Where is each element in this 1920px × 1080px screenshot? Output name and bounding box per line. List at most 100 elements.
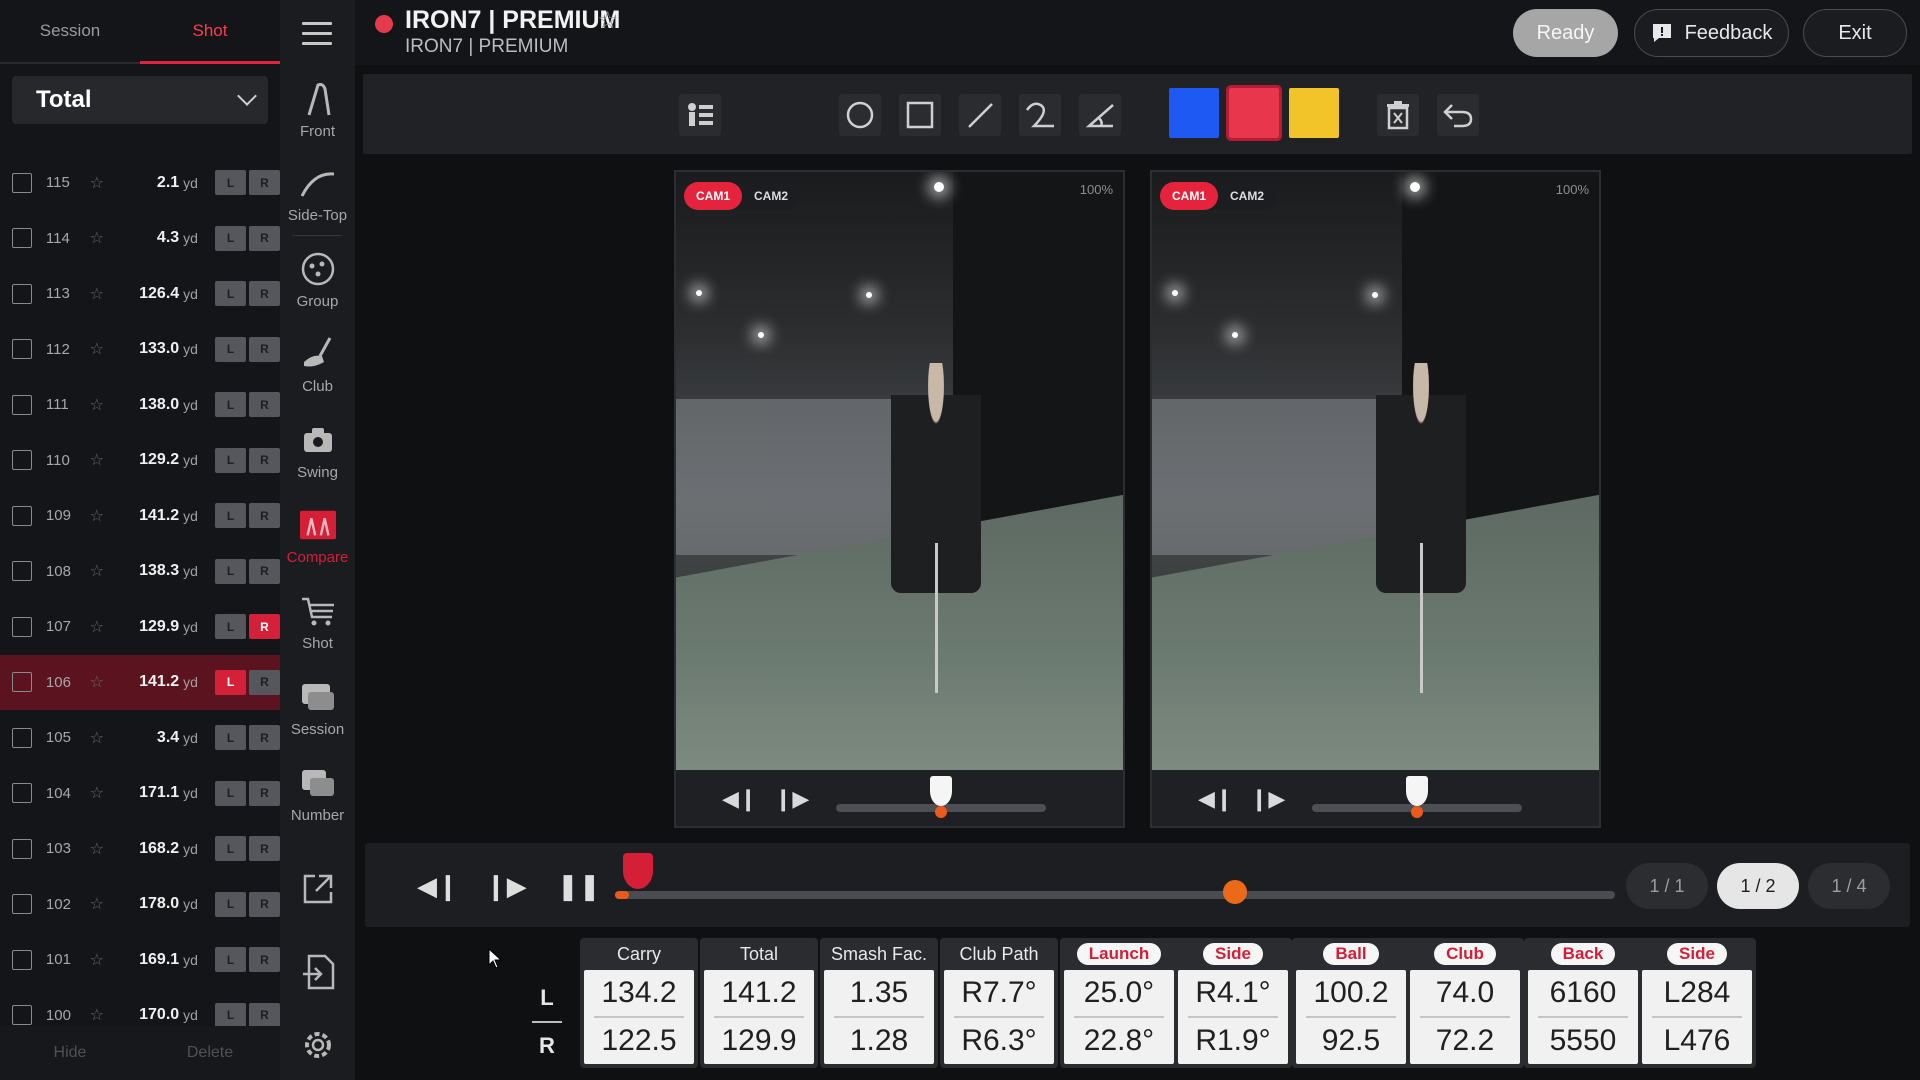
line-tool-button[interactable] [959, 94, 1001, 136]
shot-row[interactable]: 107 ☆ 129.9 yd L R [0, 599, 280, 655]
shot-checkbox[interactable] [12, 783, 32, 804]
assign-right-button[interactable]: R [249, 170, 280, 196]
shot-row[interactable]: 112 ☆ 133.0 yd L R [0, 322, 280, 378]
assign-left-button[interactable]: L [215, 170, 246, 196]
star-icon[interactable]: ☆ [90, 1005, 110, 1025]
star-icon[interactable]: ☆ [90, 672, 110, 692]
star-icon[interactable]: ☆ [90, 228, 110, 248]
assign-right-button[interactable]: R [249, 558, 280, 584]
shot-checkbox[interactable] [12, 394, 32, 415]
step-back-icon[interactable]: ◀❙ [722, 786, 757, 812]
shot-row[interactable]: 104 ☆ 171.1 yd L R [0, 766, 280, 822]
shot-checkbox[interactable] [12, 339, 32, 360]
viewer-scrubber-handle[interactable] [1406, 776, 1428, 818]
angle-tool-button[interactable] [1079, 94, 1121, 136]
assign-left-button[interactable]: L [215, 836, 246, 862]
exit-button[interactable]: Exit [1803, 9, 1907, 57]
assign-left-button[interactable]: L [215, 336, 246, 362]
shot-row[interactable]: 106 ☆ 141.2 yd L R [0, 654, 280, 710]
star-icon[interactable]: ☆ [90, 561, 110, 581]
color-swatch-yellow[interactable] [1289, 88, 1339, 138]
assign-right-button[interactable]: R [249, 281, 280, 307]
shot-checkbox[interactable] [12, 727, 32, 748]
curve-tool-button[interactable] [1019, 94, 1061, 136]
shot-row[interactable]: 103 ☆ 168.2 yd L R [0, 821, 280, 877]
assign-left-button[interactable]: L [215, 725, 246, 751]
assign-right-button[interactable]: R [249, 225, 280, 251]
star-icon[interactable]: ☆ [90, 783, 110, 803]
sidebar-item-compare[interactable]: Compare [280, 494, 355, 579]
assign-right-button[interactable]: R [249, 1002, 280, 1028]
speed-1-2-button[interactable]: 1 / 2 [1717, 863, 1799, 909]
shot-row[interactable]: 111 ☆ 138.0 yd L R [0, 377, 280, 433]
shot-row[interactable]: 115 ☆ 2.1 yd L R [0, 155, 280, 211]
tab-shot[interactable]: Shot [140, 0, 280, 64]
star-icon[interactable]: ☆ [90, 506, 110, 526]
assign-right-button[interactable]: R [249, 336, 280, 362]
assign-left-button[interactable]: L [215, 1002, 246, 1028]
favorite-star-icon[interactable]: ☆ [597, 6, 619, 35]
swing-video-frame[interactable] [676, 172, 1123, 770]
star-icon[interactable]: ☆ [90, 173, 110, 193]
shot-checkbox[interactable] [12, 949, 32, 970]
cam1-tab[interactable]: CAM1 [1160, 182, 1219, 210]
feedback-button[interactable]: Feedback [1634, 9, 1789, 57]
shot-checkbox[interactable] [12, 838, 32, 859]
star-icon[interactable]: ☆ [90, 894, 110, 914]
filter-dropdown[interactable]: Total [12, 76, 268, 124]
sidebar-item-number[interactable]: Number [280, 752, 355, 837]
shot-checkbox[interactable] [12, 894, 32, 915]
video-viewer-right[interactable]: CAM1 CAM2 100% ◀❙ ❙▶ [1150, 170, 1601, 828]
step-forward-icon[interactable]: ❙▶ [1250, 786, 1285, 812]
speed-1-4-button[interactable]: 1 / 4 [1808, 863, 1890, 909]
viewer-scrubber[interactable] [1312, 776, 1522, 818]
shot-row[interactable]: 108 ☆ 138.3 yd L R [0, 544, 280, 600]
layout-toggle-button[interactable] [679, 94, 721, 136]
assign-left-button[interactable]: L [215, 780, 246, 806]
shot-row[interactable]: 113 ☆ 126.4 yd L R [0, 266, 280, 322]
shot-checkbox[interactable] [12, 172, 32, 193]
assign-right-button[interactable]: R [249, 780, 280, 806]
assign-left-button[interactable]: L [215, 281, 246, 307]
shot-checkbox[interactable] [12, 1005, 32, 1026]
assign-right-button[interactable]: R [249, 669, 280, 695]
undo-button[interactable] [1437, 94, 1479, 136]
hide-button[interactable]: Hide [0, 1026, 140, 1080]
step-forward-icon[interactable]: ❙▶ [485, 871, 527, 902]
shot-checkbox[interactable] [12, 283, 32, 304]
sidebar-item-side-top[interactable]: Side-Top [280, 152, 355, 237]
shot-row[interactable]: 105 ☆ 3.4 yd L R [0, 710, 280, 766]
shot-row[interactable]: 109 ☆ 141.2 yd L R [0, 488, 280, 544]
assign-left-button[interactable]: L [215, 558, 246, 584]
assign-left-button[interactable]: L [215, 503, 246, 529]
rectangle-tool-button[interactable] [899, 94, 941, 136]
cam1-tab[interactable]: CAM1 [684, 182, 743, 210]
assign-right-button[interactable]: R [249, 614, 280, 640]
viewer-scrubber[interactable] [836, 776, 1046, 818]
shot-checkbox[interactable] [12, 450, 32, 471]
assign-right-button[interactable]: R [249, 836, 280, 862]
assign-left-button[interactable]: L [215, 669, 246, 695]
step-back-icon[interactable]: ◀❙ [1198, 786, 1233, 812]
settings-button[interactable] [280, 1018, 355, 1078]
star-icon[interactable]: ☆ [90, 450, 110, 470]
speed-1-1-button[interactable]: 1 / 1 [1626, 863, 1708, 909]
pause-icon[interactable]: ❚❚ [557, 871, 601, 902]
tab-session[interactable]: Session [0, 0, 140, 64]
video-viewer-left[interactable]: CAM1 CAM2 100% ◀❙ ❙▶ [674, 170, 1125, 828]
star-icon[interactable]: ☆ [90, 339, 110, 359]
ready-button[interactable]: Ready [1513, 9, 1618, 57]
assign-right-button[interactable]: R [249, 725, 280, 751]
shot-checkbox[interactable] [12, 616, 32, 637]
star-icon[interactable]: ☆ [90, 839, 110, 859]
shot-checkbox[interactable] [12, 505, 32, 526]
assign-left-button[interactable]: L [215, 891, 246, 917]
timeline-playhead[interactable] [1223, 880, 1247, 904]
shot-row[interactable]: 101 ☆ 169.1 yd L R [0, 932, 280, 988]
assign-left-button[interactable]: L [215, 392, 246, 418]
export-button[interactable] [280, 862, 355, 922]
star-icon[interactable]: ☆ [90, 395, 110, 415]
timeline-scrubber[interactable] [615, 891, 1615, 899]
shot-row[interactable]: 114 ☆ 4.3 yd L R [0, 211, 280, 267]
timeline-start-marker[interactable] [623, 853, 653, 899]
